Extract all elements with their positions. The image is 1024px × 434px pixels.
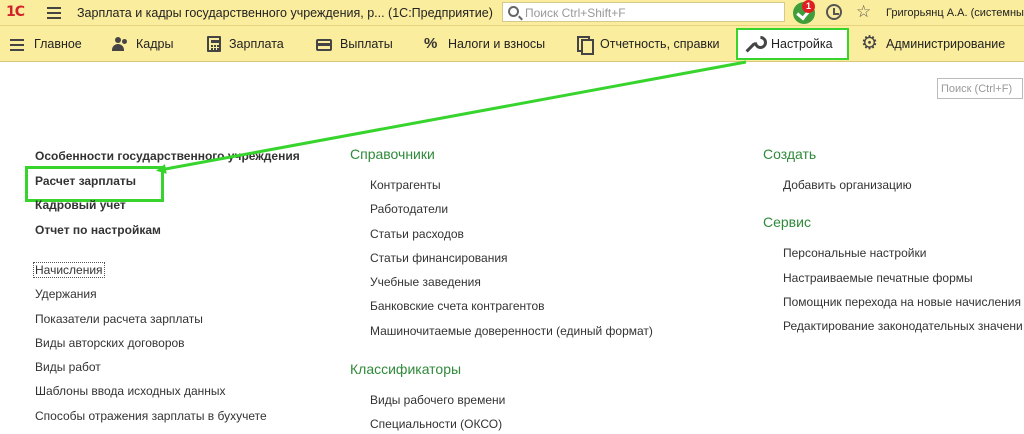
link-input-templates[interactable]: Шаблоны ввода исходных данных bbox=[35, 384, 300, 408]
link-specialties-okso[interactable]: Специальности (ОКСО) bbox=[370, 417, 653, 434]
panel-search-input[interactable]: Поиск (Ctrl+F) bbox=[937, 78, 1023, 99]
current-user[interactable]: Григорьянц А.А. (системный bbox=[886, 7, 1024, 19]
section-label: Зарплата bbox=[229, 37, 284, 51]
link-counterparty-bank-accounts[interactable]: Банковские счета контрагентов bbox=[370, 299, 653, 323]
section-salary[interactable]: Зарплата bbox=[207, 26, 284, 62]
global-search-input[interactable]: Поиск Ctrl+Shift+F bbox=[502, 2, 785, 22]
section-main[interactable]: Главное bbox=[10, 26, 82, 62]
section-administration[interactable]: Администрирование bbox=[861, 26, 1006, 62]
link-deductions[interactable]: Удержания bbox=[35, 287, 300, 311]
calculator-icon bbox=[207, 36, 221, 52]
group-title-references: Справочники bbox=[350, 146, 435, 162]
section-label: Настройка bbox=[771, 37, 833, 51]
section-reports[interactable]: Отчетность, справки bbox=[576, 26, 720, 62]
documents-icon bbox=[576, 36, 594, 55]
global-search-placeholder: Поиск Ctrl+Shift+F bbox=[525, 6, 626, 20]
group-title-service: Сервис bbox=[763, 214, 811, 231]
section-label: Выплаты bbox=[340, 37, 393, 51]
link-payroll-indicators[interactable]: Показатели расчета зарплаты bbox=[35, 312, 300, 336]
section-label: Налоги и взносы bbox=[448, 37, 546, 51]
group-title-create: Создать bbox=[763, 146, 817, 162]
link-custom-print-forms[interactable]: Настраиваемые печатные формы bbox=[783, 271, 1023, 295]
link-payroll-calculation[interactable]: Расчет зарплаты bbox=[25, 165, 300, 201]
notifications-badge: 1 bbox=[802, 0, 815, 13]
link-work-types[interactable]: Виды работ bbox=[35, 360, 300, 384]
section-label: Администрирование bbox=[886, 37, 1006, 51]
sections-panel: Главное Кадры Зарплата Выплаты % Налоги … bbox=[0, 26, 1024, 62]
history-icon[interactable] bbox=[826, 4, 842, 20]
link-expense-items[interactable]: Статьи расходов bbox=[370, 227, 653, 251]
section-label: Главное bbox=[34, 37, 82, 51]
search-icon bbox=[508, 6, 519, 17]
percent-icon: % bbox=[424, 35, 438, 52]
link-new-accruals-wizard[interactable]: Помощник перехода на новые начисления bbox=[783, 295, 1023, 319]
section-settings[interactable]: Настройка bbox=[736, 28, 849, 60]
section-taxes[interactable]: % Налоги и взносы bbox=[424, 26, 545, 62]
left-commands-column: Особенности государственного учреждения … bbox=[25, 149, 300, 433]
link-author-contract-types[interactable]: Виды авторских договоров bbox=[35, 336, 300, 360]
section-payments[interactable]: Выплаты bbox=[316, 26, 393, 62]
link-machine-readable-powers[interactable]: Машиночитаемые доверенности (единый форм… bbox=[370, 324, 653, 348]
link-legislative-values-edit[interactable]: Редактирование законодательных значени bbox=[783, 319, 1023, 343]
link-personal-settings[interactable]: Персональные настройки bbox=[783, 246, 1023, 270]
main-menu-icon[interactable] bbox=[47, 7, 61, 19]
right-commands-column: Создать Добавить организацию Сервис Перс… bbox=[763, 146, 1023, 343]
link-accruals[interactable]: Начисления bbox=[33, 262, 300, 287]
favorites-star-icon[interactable]: ☆ bbox=[856, 2, 871, 22]
section-personnel[interactable]: Кадры bbox=[112, 26, 173, 62]
title-bar: 1С Зарплата и кадры государственного учр… bbox=[0, 0, 1024, 26]
wrench-icon bbox=[747, 36, 763, 52]
gear-icon bbox=[861, 32, 878, 54]
section-label: Отчетность, справки bbox=[600, 37, 720, 51]
link-label: Начисления bbox=[33, 262, 105, 278]
link-settings-report[interactable]: Отчет по настройкам bbox=[35, 223, 300, 248]
link-funding-items[interactable]: Статьи финансирования bbox=[370, 251, 653, 275]
middle-commands-column: Справочники Контрагенты Работодатели Ста… bbox=[350, 146, 653, 434]
people-icon bbox=[112, 36, 128, 52]
link-educational-institutions[interactable]: Учебные заведения bbox=[370, 275, 653, 299]
window-title: Зарплата и кадры государственного учрежд… bbox=[77, 6, 493, 20]
group-title-classifiers: Классификаторы bbox=[350, 361, 462, 378]
app-logo: 1С bbox=[6, 4, 25, 20]
menu-icon bbox=[10, 36, 26, 52]
link-payroll-accounting-methods[interactable]: Способы отражения зарплаты в бухучете bbox=[35, 409, 300, 433]
link-employers[interactable]: Работодатели bbox=[370, 202, 653, 226]
section-label: Кадры bbox=[136, 37, 174, 51]
link-work-time-types[interactable]: Виды рабочего времени bbox=[370, 393, 653, 417]
link-add-organization[interactable]: Добавить организацию bbox=[783, 178, 1023, 202]
card-icon bbox=[316, 39, 332, 51]
link-personnel-accounting[interactable]: Кадровый учет bbox=[35, 198, 300, 223]
link-counterparties[interactable]: Контрагенты bbox=[370, 178, 653, 202]
